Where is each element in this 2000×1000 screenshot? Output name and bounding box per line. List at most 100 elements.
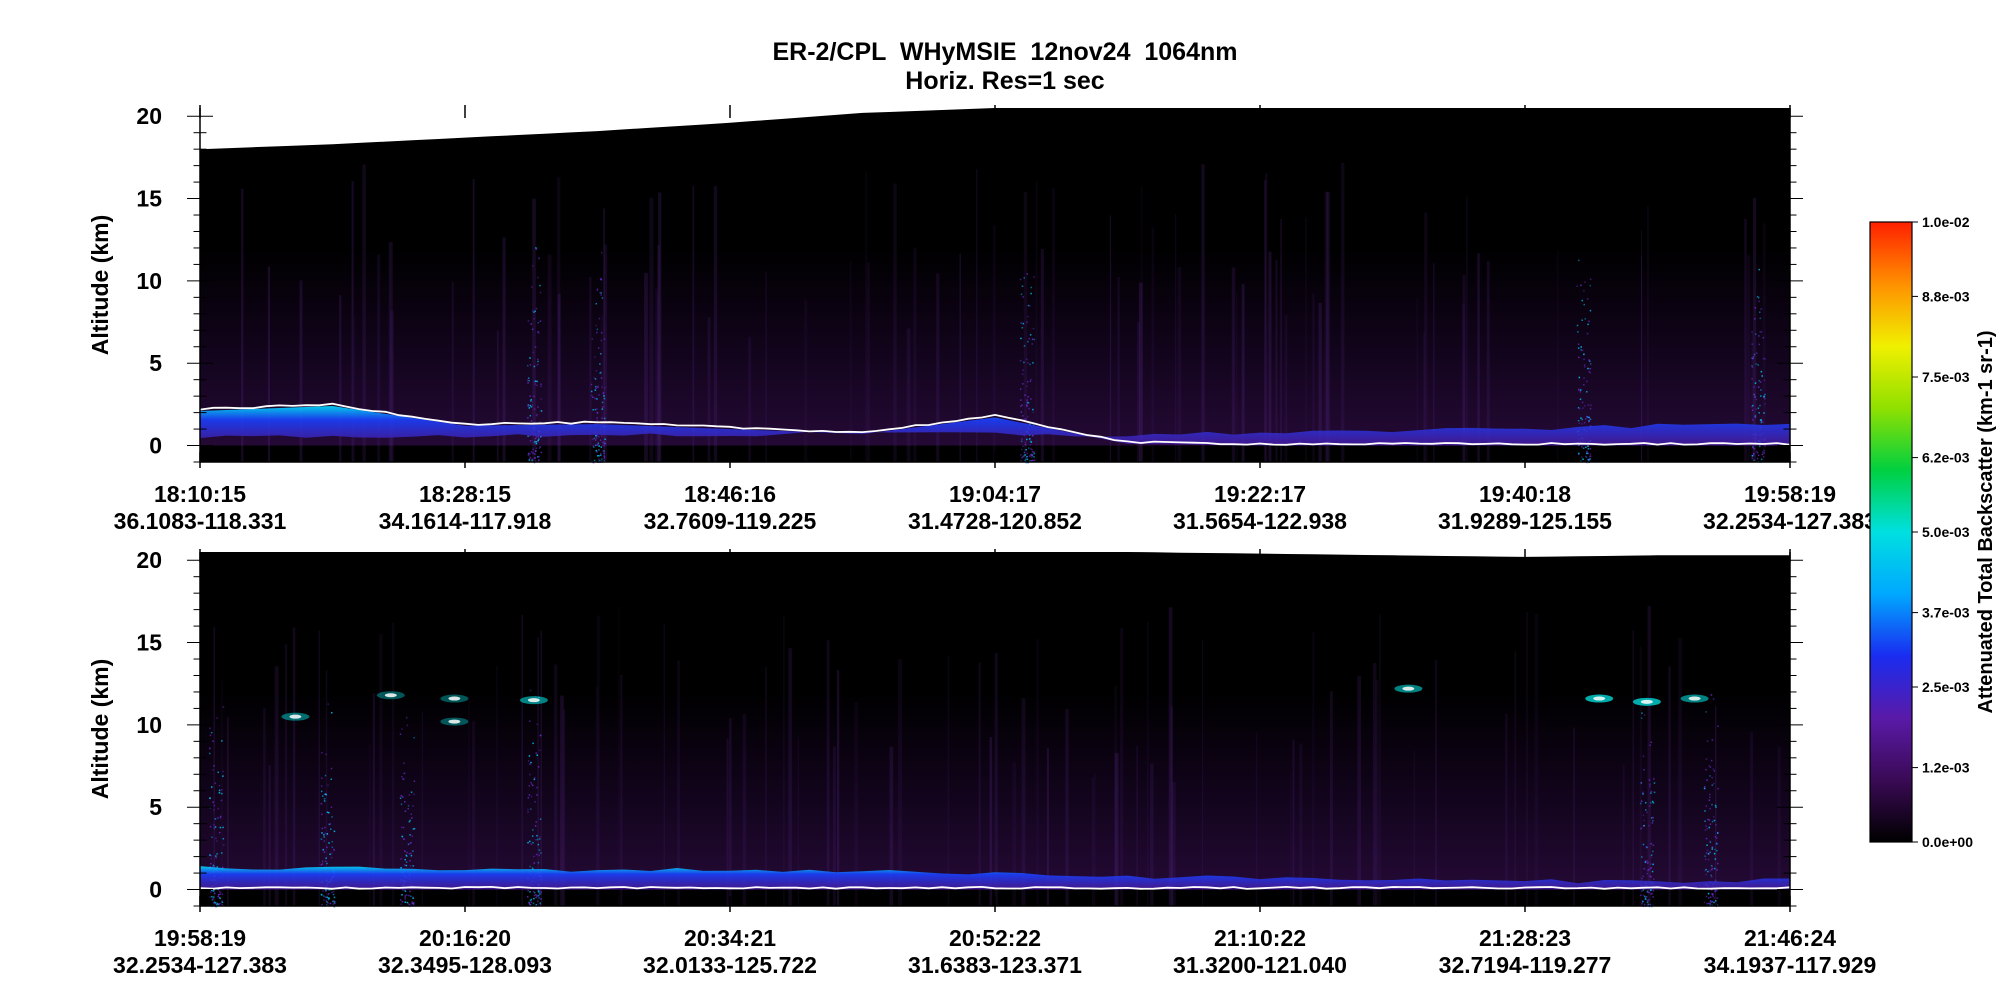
speckle <box>532 742 534 745</box>
noise-streak <box>521 614 523 906</box>
speckle <box>1713 901 1715 904</box>
noise-streak <box>1668 666 1671 906</box>
speckle <box>528 755 531 757</box>
speckle <box>1751 409 1754 411</box>
speckle <box>412 805 414 807</box>
noise-streak <box>1379 614 1381 906</box>
noise-streak <box>1036 639 1039 906</box>
speckle <box>1755 398 1757 401</box>
speckle <box>1645 809 1647 811</box>
speckle <box>538 838 541 840</box>
speckle <box>595 437 598 439</box>
y-tick-label: 20 <box>136 103 162 129</box>
speckle <box>222 775 224 777</box>
speckle <box>1588 371 1591 373</box>
noise-streak <box>556 177 561 462</box>
speckle <box>531 404 534 406</box>
speckle <box>1709 896 1712 898</box>
speckle <box>1751 457 1753 460</box>
speckle <box>1583 421 1586 424</box>
speckle <box>1712 816 1715 818</box>
speckle <box>604 438 606 441</box>
speckle <box>1587 367 1589 370</box>
speckle <box>602 392 605 394</box>
speckle <box>213 823 215 826</box>
speckle <box>220 799 223 802</box>
speckle <box>1644 802 1647 804</box>
speckle <box>529 364 532 366</box>
speckle <box>530 398 532 401</box>
speckle <box>1639 802 1642 805</box>
noise-streak <box>713 186 718 462</box>
speckle <box>534 450 537 452</box>
speckle <box>330 806 333 808</box>
speckle <box>214 826 217 828</box>
speckle <box>1583 281 1586 283</box>
speckle <box>409 834 411 836</box>
speckle <box>401 776 403 778</box>
speckle <box>1019 359 1022 362</box>
speckle <box>405 716 408 719</box>
x-tick-location: 32.7609-119.225 <box>644 508 817 534</box>
speckle <box>595 385 597 388</box>
speckle <box>217 893 220 896</box>
speckle <box>1650 856 1652 859</box>
speckle <box>208 752 211 755</box>
speckle <box>527 797 530 799</box>
speckle <box>411 849 414 852</box>
speckle <box>535 821 537 823</box>
speckle <box>1713 852 1716 855</box>
speckle <box>1653 791 1656 794</box>
lidar-figure: ER-2/CPL WHyMSIE 12nov24 1064nm Horiz. R… <box>87 38 1997 978</box>
speckle <box>410 841 412 844</box>
speckle <box>1753 353 1756 356</box>
speckle <box>591 338 594 340</box>
speckle <box>209 747 211 750</box>
speckle <box>411 817 413 819</box>
speckle <box>1027 315 1029 318</box>
speckle <box>411 902 414 905</box>
speckle <box>1757 407 1760 409</box>
speckle <box>1646 901 1649 904</box>
speckle <box>1588 416 1590 419</box>
noise-streak <box>284 644 288 906</box>
speckle <box>527 889 529 892</box>
speckle <box>400 795 403 797</box>
speckle <box>599 439 602 441</box>
speckle <box>540 891 542 893</box>
noise-streak <box>1312 631 1315 906</box>
speckle <box>1020 337 1022 340</box>
speckle <box>1589 284 1592 287</box>
speckle <box>1584 405 1586 407</box>
noise-streak <box>1051 188 1056 463</box>
speckle <box>601 435 603 437</box>
speckle <box>331 891 333 894</box>
speckle <box>1642 825 1645 827</box>
speckle <box>1584 455 1587 458</box>
speckle <box>1029 363 1031 366</box>
speckle <box>536 754 538 756</box>
speckle <box>1649 783 1651 786</box>
speckle <box>1580 346 1582 348</box>
speckle <box>1709 851 1711 854</box>
speckle <box>400 858 402 860</box>
x-tick-time: 20:34:21 <box>684 925 776 951</box>
speckle <box>1023 451 1026 454</box>
speckle <box>1581 319 1583 321</box>
speckle <box>1648 875 1651 877</box>
speckle <box>401 901 404 903</box>
speckle <box>1578 389 1580 391</box>
speckle <box>1705 768 1707 771</box>
speckle <box>404 890 407 892</box>
speckle <box>536 834 538 837</box>
noise-streak <box>649 197 654 462</box>
speckle <box>324 774 327 777</box>
speckle <box>320 893 323 896</box>
noise-streak <box>1175 214 1177 462</box>
speckle <box>321 832 323 834</box>
speckle <box>538 332 540 334</box>
speckle <box>1708 796 1711 799</box>
speckle <box>535 307 538 310</box>
speckle <box>528 785 531 787</box>
colorbar-tick-label: 1.0e-02 <box>1922 214 1970 230</box>
